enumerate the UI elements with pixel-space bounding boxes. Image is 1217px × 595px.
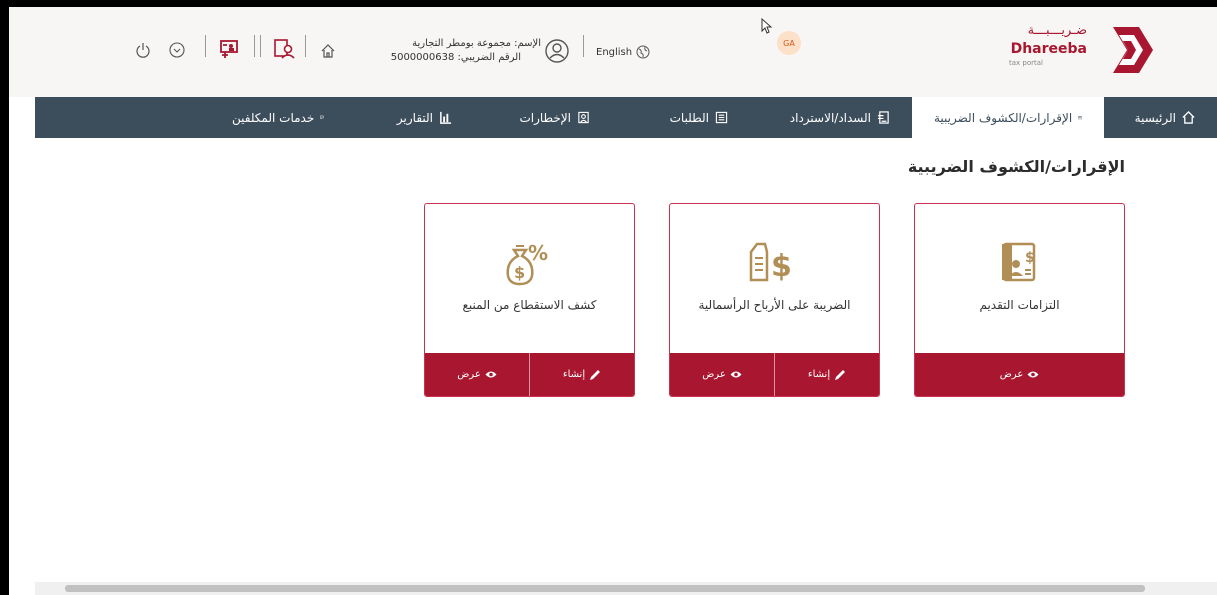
card-label: التزامات التقديم: [979, 298, 1060, 312]
nav-item-payment[interactable]: السداد/الاسترداد: [750, 97, 912, 138]
card-actions: إنشاء عرض: [670, 353, 879, 396]
card-withholding-statement: $ % كشف الاستقطاع من المنبع إنشاء عرض: [424, 203, 635, 397]
view-label: عرض: [702, 369, 726, 380]
card-label: الضريبة على الأرباح الرأسمالية: [698, 298, 851, 312]
avatar[interactable]: GA: [777, 31, 801, 55]
user-circle-icon[interactable]: [545, 39, 569, 63]
presentation-icon[interactable]: [219, 39, 239, 59]
nav-item-label: خدمات المكلفين: [232, 110, 315, 125]
horizontal-scrollbar[interactable]: [35, 582, 1217, 595]
pencil-icon: [590, 369, 601, 380]
card-label: كشف الاستقطاع من المنبع: [462, 298, 597, 312]
separator: [305, 35, 306, 57]
eye-icon: [485, 371, 497, 378]
separator: [583, 35, 584, 57]
svg-text:%: %: [528, 241, 548, 265]
svg-text:$: $: [1025, 250, 1035, 266]
create-button[interactable]: إنشاء: [775, 353, 879, 396]
view-label: عرض: [999, 369, 1024, 380]
avatar-initials: GA: [783, 38, 795, 48]
svg-text:$: $: [514, 263, 525, 282]
switch-account-icon[interactable]: [273, 38, 297, 60]
separator: [205, 35, 206, 57]
nav-item-reports[interactable]: التقارير: [346, 97, 474, 138]
payment-icon: [877, 111, 889, 124]
nav-item-taxpayer-services[interactable]: خدمات المكلفين: [210, 97, 346, 138]
nav-item-label: الرئيسية: [1134, 110, 1176, 125]
nav-item-label: الإخطارات: [519, 110, 571, 125]
card-actions: إنشاء عرض: [425, 353, 634, 396]
capital-gains-icon: $: [749, 242, 792, 284]
eye-icon: [730, 371, 742, 378]
top-bar: ضـريـــبـــة Dhareeba tax portal GA Engl…: [9, 7, 1217, 97]
view-button[interactable]: عرض: [670, 353, 775, 396]
page-title: الإقرارات/الكشوف الضريبية: [907, 157, 1125, 176]
card-actions: عرض: [915, 353, 1124, 396]
app-frame: ضـريـــبـــة Dhareeba tax portal GA Engl…: [9, 7, 1217, 595]
home-icon: [1182, 111, 1195, 124]
nav-item-label: التقارير: [396, 110, 433, 125]
card-capital-gains-tax: $ الضريبة على الأرباح الرأسمالية إنشاء ع…: [669, 203, 880, 397]
list-icon: [715, 111, 728, 124]
mouse-cursor-icon: [761, 18, 773, 34]
user-name: الإسم: مجموعة بومطر التجارية: [412, 38, 541, 49]
view-button[interactable]: عرض: [915, 353, 1124, 396]
nav-item-label: السداد/الاسترداد: [789, 110, 871, 125]
pencil-icon: [835, 369, 846, 380]
logo-subtitle: tax portal: [1009, 59, 1043, 67]
withholding-money-bag-icon: $ %: [505, 241, 548, 286]
nav-item-label: الطلبات: [669, 110, 709, 125]
logo-arabic-text: ضـريـــبـــة: [1027, 23, 1087, 38]
chevron-down-circle-icon[interactable]: [169, 42, 185, 58]
nav-item-requests[interactable]: الطلبات: [612, 97, 750, 138]
svg-text:$: $: [771, 249, 792, 284]
logo-english-text: Dhareeba: [1010, 41, 1087, 57]
home-icon[interactable]: [320, 43, 336, 59]
view-label: عرض: [457, 369, 481, 380]
separator: [260, 35, 261, 57]
dhareeba-logo-mark-icon: [1113, 27, 1153, 73]
separator: [254, 35, 255, 57]
filing-document-icon: $: [1001, 242, 1035, 282]
dhareeba-logo[interactable]: ضـريـــبـــة Dhareeba tax portal: [979, 19, 1189, 81]
tax-number: الرقم الضريبي: 5000000638: [390, 52, 521, 63]
create-label: إنشاء: [562, 369, 586, 380]
main-navbar: الرئيسية الإقرارات/الكشوف الضريبية السدا…: [35, 97, 1217, 138]
globe-icon: [636, 45, 650, 59]
nav-item-label: الإقرارات/الكشوف الضريبية: [934, 110, 1073, 125]
language-label: English: [596, 46, 633, 58]
nav-item-notifications[interactable]: الإخطارات: [474, 97, 612, 138]
bar-chart-icon: [440, 111, 452, 124]
language-switch[interactable]: English: [596, 45, 650, 59]
notification-icon: [578, 111, 589, 124]
nav-item-home[interactable]: الرئيسية: [1104, 97, 1217, 138]
presentation-icon: [320, 115, 324, 120]
calendar-icon: [1078, 115, 1082, 120]
card-filing-obligations: $ التزامات التقديم عرض: [914, 203, 1125, 397]
scrollbar-thumb[interactable]: [65, 585, 1145, 592]
view-button[interactable]: عرض: [425, 353, 530, 396]
eye-icon: [1027, 371, 1039, 378]
nav-item-returns[interactable]: الإقرارات/الكشوف الضريبية: [912, 97, 1104, 138]
create-label: إنشاء: [807, 369, 831, 380]
create-button[interactable]: إنشاء: [530, 353, 634, 396]
power-icon[interactable]: [135, 42, 151, 58]
user-info: الإسم: مجموعة بومطر التجارية الرقم الضري…: [349, 37, 541, 65]
